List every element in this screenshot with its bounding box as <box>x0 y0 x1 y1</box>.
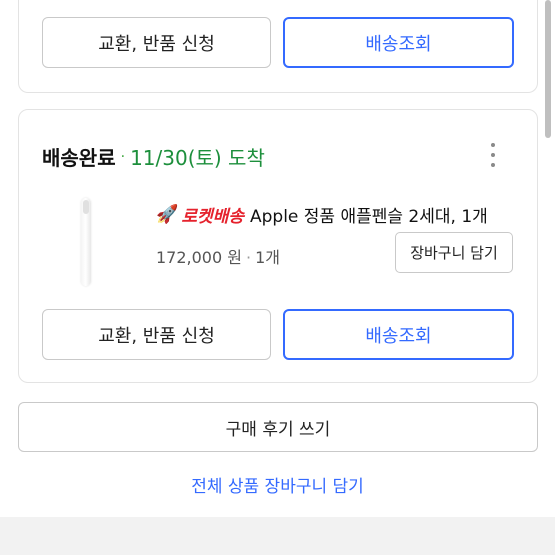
rocket-delivery-badge: 로켓배송 <box>181 207 244 227</box>
product-price: 172,000 원 <box>156 248 242 267</box>
rocket-icon: 🚀 <box>156 204 179 225</box>
section-divider <box>0 517 555 555</box>
exchange-return-button[interactable]: 교환, 반품 신청 <box>42 309 271 360</box>
track-delivery-button[interactable]: 배송조회 <box>283 309 514 360</box>
previous-order-card: 교환, 반품 신청 배송조회 <box>18 0 538 93</box>
add-all-to-cart-link[interactable]: 전체 상품 장바구니 담기 <box>0 472 555 497</box>
more-vertical-icon[interactable] <box>487 143 499 167</box>
exchange-return-button[interactable]: 교환, 반품 신청 <box>42 17 271 68</box>
arrival-date: 11/30(토) 도착 <box>130 146 265 170</box>
write-review-button[interactable]: 구매 후기 쓰기 <box>18 402 538 452</box>
track-delivery-button[interactable]: 배송조회 <box>283 17 514 68</box>
order-detail-page: 교환, 반품 신청 배송조회 배송완료 · 11/30(토) 도착 🚀 로켓배송… <box>0 0 555 555</box>
product-thumbnail[interactable] <box>81 198 91 286</box>
product-quantity: 1개 <box>255 248 280 267</box>
status-separator: · <box>120 148 126 165</box>
add-to-cart-button[interactable]: 장바구니 담기 <box>395 232 513 273</box>
price-separator: · <box>245 248 252 267</box>
delivery-status: 배송완료 · 11/30(토) 도착 <box>42 142 265 171</box>
product-title[interactable]: Apple 정품 애플펜슬 2세대, 1개 <box>250 202 488 227</box>
status-label: 배송완료 <box>42 146 116 170</box>
scrollbar[interactable] <box>545 0 551 138</box>
product-title-line[interactable]: 🚀 로켓배송 Apple 정품 애플펜슬 2세대, 1개 <box>156 202 488 227</box>
order-card: 배송완료 · 11/30(토) 도착 🚀 로켓배송 Apple 정품 애플펜슬 … <box>18 109 538 383</box>
price-line: 172,000 원 · 1개 <box>156 244 280 268</box>
